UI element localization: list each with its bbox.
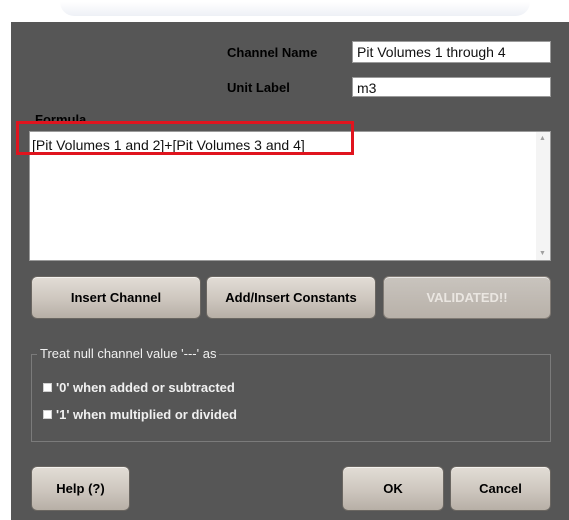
option-zero-label: '0' when added or subtracted	[56, 380, 235, 395]
window-top-strip	[0, 0, 569, 22]
formula-scrollbar[interactable]: ▲ ▼	[536, 132, 550, 260]
window-top-shadow	[60, 2, 530, 16]
channel-name-label: Channel Name	[227, 45, 318, 60]
null-handling-group	[31, 354, 551, 442]
unit-label-label: Unit Label	[227, 80, 290, 95]
add-insert-constants-button[interactable]: Add/Insert Constants	[206, 276, 376, 319]
ok-button[interactable]: OK	[342, 466, 444, 511]
cancel-button[interactable]: Cancel	[450, 466, 551, 511]
scroll-up-icon[interactable]: ▲	[539, 135, 546, 142]
help-button[interactable]: Help (?)	[31, 466, 130, 511]
scroll-down-icon[interactable]: ▼	[539, 250, 546, 257]
validated-button[interactable]: VALIDATED!!	[383, 276, 551, 319]
option-one-checkbox[interactable]	[43, 410, 52, 419]
option-one-row[interactable]: '1' when multiplied or divided	[43, 407, 237, 422]
option-zero-checkbox[interactable]	[43, 383, 52, 392]
unit-label-input[interactable]: m3	[352, 77, 551, 97]
option-zero-row[interactable]: '0' when added or subtracted	[43, 380, 235, 395]
insert-channel-button[interactable]: Insert Channel	[31, 276, 201, 319]
formula-highlight-box	[16, 121, 354, 155]
page: Channel Name Pit Volumes 1 through 4 Uni…	[0, 0, 569, 520]
null-handling-title: Treat null channel value '---' as	[37, 346, 220, 361]
option-one-label: '1' when multiplied or divided	[56, 407, 237, 422]
channel-name-input[interactable]: Pit Volumes 1 through 4	[352, 41, 551, 63]
